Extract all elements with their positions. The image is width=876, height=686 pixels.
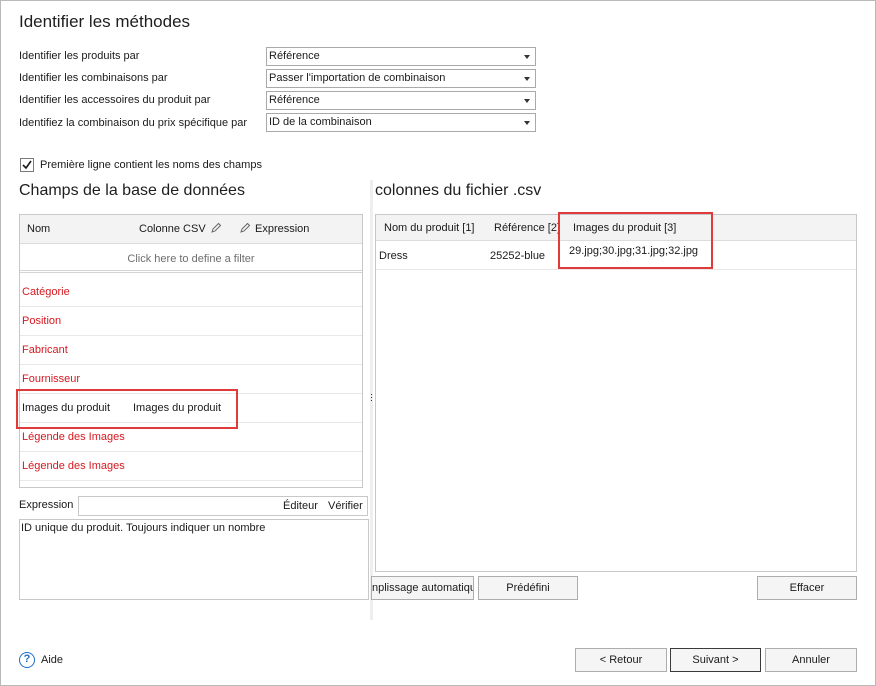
filter-row[interactable]: Click here to define a filter (20, 245, 362, 273)
page-title: Identifier les méthodes (19, 12, 191, 31)
predefined-button[interactable]: Prédéfini (478, 576, 578, 600)
checkmark-icon (22, 160, 32, 170)
column-header-csv[interactable]: Colonne CSV (139, 223, 206, 235)
clear-button[interactable]: Effacer (757, 576, 857, 600)
highlight-frame (16, 389, 238, 429)
identify-accessories-value: Référence (269, 94, 320, 106)
highlight-frame (558, 212, 713, 269)
identify-accessories-select[interactable]: Référence (266, 91, 536, 110)
identify-combinations-select[interactable]: Passer l'importation de combinaison (266, 69, 536, 88)
identify-products-value: Référence (269, 50, 320, 62)
chevron-down-icon (524, 99, 530, 103)
csv-column-header[interactable]: Référence [2] (494, 222, 560, 234)
identify-specific-price-label: Identifiez la combinaison du prix spécif… (19, 117, 248, 129)
table-row[interactable]: Légende des Images (20, 452, 362, 481)
help-link[interactable]: Aide (41, 654, 63, 666)
chevron-down-icon (524, 55, 530, 59)
next-button[interactable]: Suivant > (670, 648, 761, 672)
panel-splitter[interactable] (370, 180, 373, 620)
chevron-down-icon (524, 77, 530, 81)
expression-input[interactable]: Éditeur Vérifier (78, 496, 368, 516)
csv-cell[interactable]: Dress (379, 250, 408, 262)
column-header-expression[interactable]: Expression (255, 223, 309, 235)
identify-products-select[interactable]: Référence (266, 47, 536, 66)
grip-icon (371, 394, 372, 395)
csv-columns-title: colonnes du fichier .csv (375, 182, 542, 199)
db-fields-title: Champs de la base de données (19, 182, 245, 199)
table-row[interactable]: Fabricant (20, 336, 362, 365)
csv-column-header[interactable]: Nom du produit [1] (384, 222, 475, 234)
expression-label: Expression (19, 499, 74, 511)
field-name: Légende des Images (22, 431, 125, 443)
column-header-name[interactable]: Nom (27, 223, 50, 235)
chevron-down-icon (524, 121, 530, 125)
db-fields-header: Nom Colonne CSV Expression (20, 215, 362, 244)
field-name: Catégorie (22, 286, 70, 298)
field-name: Position (22, 315, 62, 327)
identify-combinations-value: Passer l'importation de combinaison (269, 72, 446, 84)
csv-cell[interactable]: 25252-blue (490, 250, 545, 262)
field-name: Fournisseur (22, 373, 81, 385)
help-icon[interactable]: ? (19, 652, 35, 668)
first-row-headers-checkbox[interactable] (20, 158, 34, 172)
back-button[interactable]: < Retour (575, 648, 667, 672)
pencil-icon (210, 222, 222, 237)
identify-combinations-label: Identifier les combinaisons par (19, 72, 168, 84)
pencil-icon (239, 222, 251, 237)
autofill-button[interactable]: nplissage automatique (371, 576, 474, 600)
identify-products-label: Identifier les produits par (19, 50, 140, 62)
field-name: Fabricant (22, 344, 68, 356)
vertical-scrollbar[interactable] (362, 215, 363, 488)
table-row[interactable]: Catégorie (20, 278, 362, 307)
field-description-box[interactable]: ID unique du produit. Toujours indiquer … (19, 519, 369, 600)
identify-specific-price-select[interactable]: ID de la combinaison (266, 113, 536, 132)
cancel-button[interactable]: Annuler (765, 648, 857, 672)
scrollbar-thumb[interactable] (362, 343, 363, 357)
editor-link[interactable]: Éditeur (283, 500, 318, 512)
db-fields-grid: Nom Colonne CSV Expression Click here to… (19, 214, 363, 488)
identify-specific-price-value: ID de la combinaison (269, 116, 372, 128)
first-row-headers-label: Première ligne contient les noms des cha… (40, 159, 262, 171)
table-row[interactable]: Position (20, 307, 362, 336)
verify-link[interactable]: Vérifier (328, 500, 363, 512)
field-name: Légende des Images (22, 460, 125, 472)
identify-accessories-label: Identifier les accessoires du produit pa… (19, 94, 211, 106)
